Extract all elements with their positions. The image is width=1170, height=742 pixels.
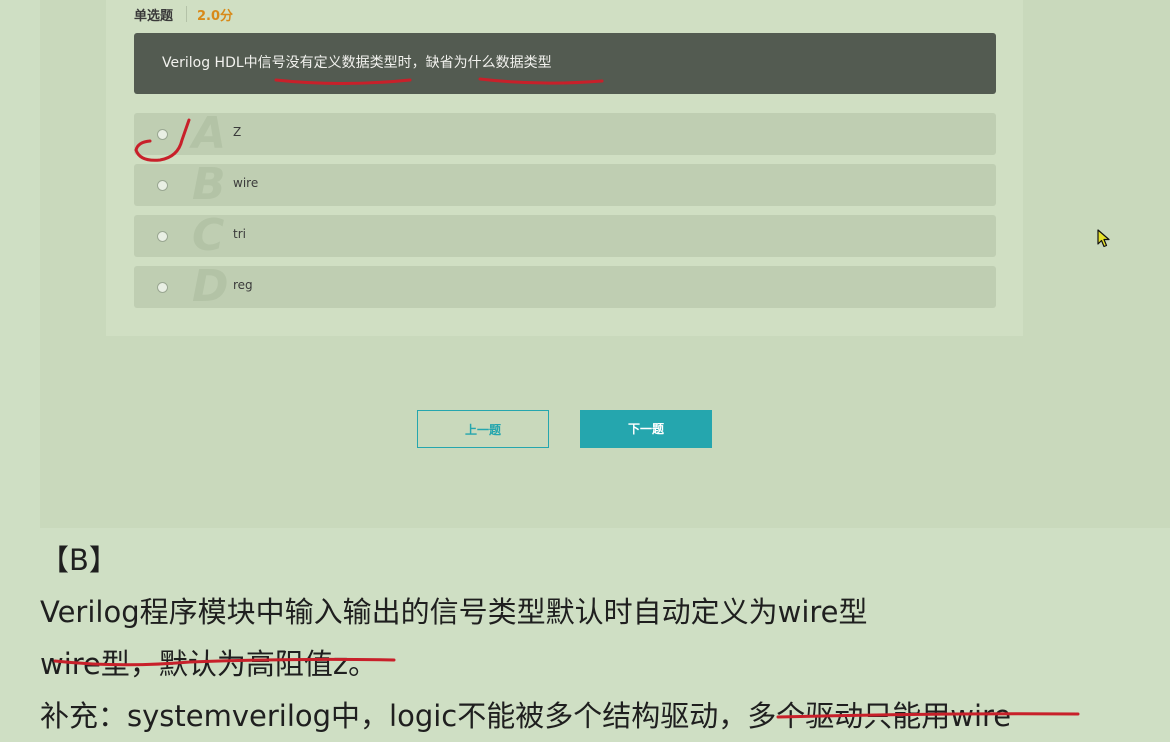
answer-key: 【B】 <box>40 543 118 577</box>
next-question-button[interactable]: 下一题 <box>580 410 712 448</box>
note-line-3: 补充：systemverilog中，logic不能被多个结构驱动，多个驱动只能用… <box>40 699 1012 733</box>
option-b[interactable]: B wire <box>134 159 996 210</box>
prev-question-button[interactable]: 上一题 <box>417 410 549 448</box>
option-c[interactable]: C tri <box>134 210 996 261</box>
question-type-label: 单选题 <box>134 8 174 24</box>
option-d-letter: D <box>192 261 229 312</box>
mouse-pointer-icon <box>1097 229 1111 253</box>
option-c-text: tri <box>233 227 246 241</box>
option-a-radio[interactable] <box>157 129 168 140</box>
option-a-letter: A <box>192 108 227 159</box>
option-d[interactable]: D reg <box>134 261 996 312</box>
option-b-letter: B <box>192 159 226 210</box>
question-stem: Verilog HDL中信号没有定义数据类型时，缺省为什么数据类型 <box>134 33 996 94</box>
option-d-text: reg <box>233 278 253 292</box>
note-line-2: wire型，默认为高阻值z。 <box>40 647 378 681</box>
option-c-letter: C <box>192 210 225 261</box>
note-line-1: Verilog程序模块中输入输出的信号类型默认时自动定义为wire型 <box>40 595 868 629</box>
question-header: 单选题 2.0分 <box>134 5 234 24</box>
option-a-text: Z <box>233 125 242 139</box>
option-a[interactable]: A Z <box>134 108 996 159</box>
option-d-radio[interactable] <box>157 282 168 293</box>
option-b-radio[interactable] <box>157 180 168 191</box>
option-b-text: wire <box>233 176 259 190</box>
question-score: 2.0分 <box>197 8 234 24</box>
header-divider <box>186 6 188 22</box>
question-card: 单选题 2.0分 Verilog HDL中信号没有定义数据类型时，缺省为什么数据… <box>106 0 1023 336</box>
option-c-radio[interactable] <box>157 231 168 242</box>
answer-notes: 【B】 Verilog程序模块中输入输出的信号类型默认时自动定义为wire型 w… <box>40 534 1160 742</box>
quiz-screen: 单选题 2.0分 Verilog HDL中信号没有定义数据类型时，缺省为什么数据… <box>40 0 1170 528</box>
